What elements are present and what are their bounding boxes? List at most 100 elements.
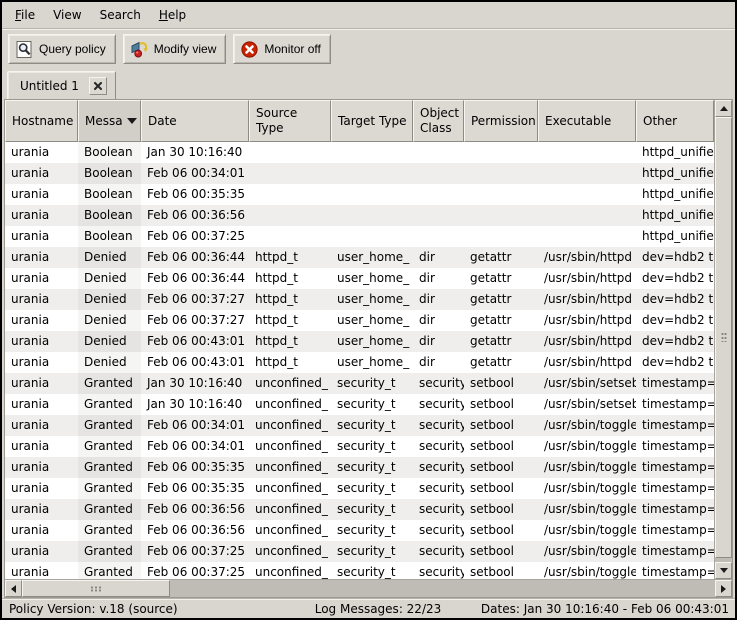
table-cell: security: [413, 373, 464, 394]
table-cell: urania: [5, 226, 78, 247]
query-policy-button[interactable]: Query policy: [8, 34, 116, 64]
scroll-up-button[interactable]: [715, 100, 732, 117]
table-cell: urania: [5, 205, 78, 226]
modify-view-button[interactable]: Modify view: [123, 34, 227, 64]
table-cell: security: [413, 457, 464, 478]
table-cell: getattr: [464, 247, 538, 268]
table-cell: security_t: [331, 436, 413, 457]
table-cell: setbool: [464, 436, 538, 457]
table-cell: Denied: [78, 352, 141, 373]
table-row[interactable]: uraniaGrantedFeb 06 00:35:35unconfined_s…: [5, 478, 714, 499]
menu-view[interactable]: View: [44, 4, 90, 26]
table-cell: security_t: [331, 499, 413, 520]
table-cell: unconfined_: [249, 541, 331, 562]
table-row[interactable]: uraniaGrantedFeb 06 00:37:25unconfined_s…: [5, 541, 714, 562]
table-row[interactable]: uraniaGrantedJan 30 10:16:40unconfined_s…: [5, 373, 714, 394]
horizontal-scrollbar-trough: [170, 580, 715, 597]
table-cell: [538, 226, 636, 247]
table-cell: unconfined_: [249, 457, 331, 478]
table-cell: Feb 06 00:36:44: [141, 247, 249, 268]
table-cell: unconfined_: [249, 499, 331, 520]
table-row[interactable]: uraniaGrantedFeb 06 00:34:01unconfined_s…: [5, 436, 714, 457]
column-header-label: Executable: [545, 114, 611, 129]
table-cell: Feb 06 00:34:01: [141, 436, 249, 457]
column-header-date[interactable]: Date: [141, 100, 249, 142]
table-cell: [249, 142, 331, 163]
column-header-target-type[interactable]: Target Type: [331, 100, 413, 142]
scroll-left-button[interactable]: [5, 580, 22, 597]
column-header-message[interactable]: Messa: [78, 100, 141, 142]
table-cell: Granted: [78, 436, 141, 457]
seaudit-window: File View Search Help Query policy: [0, 0, 737, 620]
status-bar: Policy Version: v.18 (source) Log Messag…: [2, 598, 735, 618]
table-row[interactable]: uraniaBooleanFeb 06 00:36:56httpd_unifie…: [5, 205, 714, 226]
table-cell: dev=hdb2 timesta: [636, 331, 714, 352]
table-body: uraniaBooleanJan 30 10:16:40httpd_unifie…: [5, 142, 714, 579]
horizontal-scrollbar[interactable]: [5, 579, 732, 597]
column-header-other[interactable]: Other: [636, 100, 714, 142]
table-row[interactable]: uraniaDeniedFeb 06 00:36:44httpd_tuser_h…: [5, 268, 714, 289]
table-row[interactable]: uraniaDeniedFeb 06 00:36:44httpd_tuser_h…: [5, 247, 714, 268]
table-cell: Denied: [78, 268, 141, 289]
menu-search[interactable]: Search: [91, 4, 150, 26]
table-row[interactable]: uraniaGrantedFeb 06 00:36:56unconfined_s…: [5, 499, 714, 520]
table-cell: getattr: [464, 289, 538, 310]
table-cell: getattr: [464, 352, 538, 373]
table-row[interactable]: uraniaGrantedFeb 06 00:35:35unconfined_s…: [5, 457, 714, 478]
vertical-scrollbar-thumb[interactable]: [715, 117, 732, 558]
table-cell: security_t: [331, 373, 413, 394]
column-header-hostname[interactable]: Hostname: [5, 100, 78, 142]
column-header-object-class[interactable]: Object Class: [413, 100, 464, 142]
tab-untitled-1[interactable]: Untitled 1: [7, 71, 116, 99]
table-cell: /usr/sbin/httpd: [538, 310, 636, 331]
table-row[interactable]: uraniaDeniedFeb 06 00:37:27httpd_tuser_h…: [5, 289, 714, 310]
tab-close-button[interactable]: [89, 77, 107, 95]
vertical-scrollbar[interactable]: [714, 100, 732, 579]
scroll-right-button[interactable]: [715, 580, 732, 597]
table-row[interactable]: uraniaBooleanFeb 06 00:34:01httpd_unifie…: [5, 163, 714, 184]
table-cell: Feb 06 00:35:35: [141, 478, 249, 499]
column-header-label: Permission: [471, 114, 536, 129]
table-cell: getattr: [464, 331, 538, 352]
table-cell: Jan 30 10:16:40: [141, 394, 249, 415]
table-cell: timestamp=11076: [636, 457, 714, 478]
horizontal-scrollbar-thumb[interactable]: [22, 580, 170, 597]
table-cell: httpd_t: [249, 247, 331, 268]
table-cell: Feb 06 00:36:56: [141, 205, 249, 226]
table-row[interactable]: uraniaBooleanFeb 06 00:37:25httpd_unifie…: [5, 226, 714, 247]
table-cell: /usr/sbin/httpd: [538, 247, 636, 268]
table-cell: [464, 226, 538, 247]
table-cell: unconfined_: [249, 478, 331, 499]
table-row[interactable]: uraniaDeniedFeb 06 00:37:27httpd_tuser_h…: [5, 310, 714, 331]
table-row[interactable]: uraniaBooleanFeb 06 00:35:35httpd_unifie…: [5, 184, 714, 205]
table-cell: [249, 226, 331, 247]
table-cell: /usr/sbin/httpd: [538, 352, 636, 373]
table-cell: [464, 163, 538, 184]
column-header-permission[interactable]: Permission: [464, 100, 538, 142]
table-cell: Feb 06 00:37:25: [141, 226, 249, 247]
table-cell: user_home_: [331, 310, 413, 331]
monitor-off-button[interactable]: Monitor off: [233, 34, 330, 64]
table-row[interactable]: uraniaGrantedFeb 06 00:34:01unconfined_s…: [5, 415, 714, 436]
table-row[interactable]: uraniaGrantedJan 30 10:16:40unconfined_s…: [5, 394, 714, 415]
table-cell: /usr/sbin/setseb: [538, 394, 636, 415]
column-header-executable[interactable]: Executable: [538, 100, 636, 142]
menu-help[interactable]: Help: [150, 4, 195, 26]
table-cell: security: [413, 436, 464, 457]
scroll-down-button[interactable]: [715, 562, 732, 579]
table-row[interactable]: uraniaDeniedFeb 06 00:43:01httpd_tuser_h…: [5, 331, 714, 352]
table-row[interactable]: uraniaGrantedFeb 06 00:36:56unconfined_s…: [5, 520, 714, 541]
table-cell: setbool: [464, 394, 538, 415]
table-row[interactable]: uraniaGrantedFeb 06 00:37:25unconfined_s…: [5, 562, 714, 579]
table-cell: Feb 06 00:35:35: [141, 457, 249, 478]
table-row[interactable]: uraniaBooleanJan 30 10:16:40httpd_unifie…: [5, 142, 714, 163]
table-row[interactable]: uraniaDeniedFeb 06 00:43:01httpd_tuser_h…: [5, 352, 714, 373]
menu-file[interactable]: File: [6, 4, 44, 26]
column-header-label: Source Type: [256, 106, 326, 136]
column-header-source-type[interactable]: Source Type: [249, 100, 331, 142]
table-cell: user_home_: [331, 247, 413, 268]
table-cell: Denied: [78, 331, 141, 352]
table-cell: setbool: [464, 541, 538, 562]
table-cell: dir: [413, 289, 464, 310]
table-cell: Granted: [78, 415, 141, 436]
